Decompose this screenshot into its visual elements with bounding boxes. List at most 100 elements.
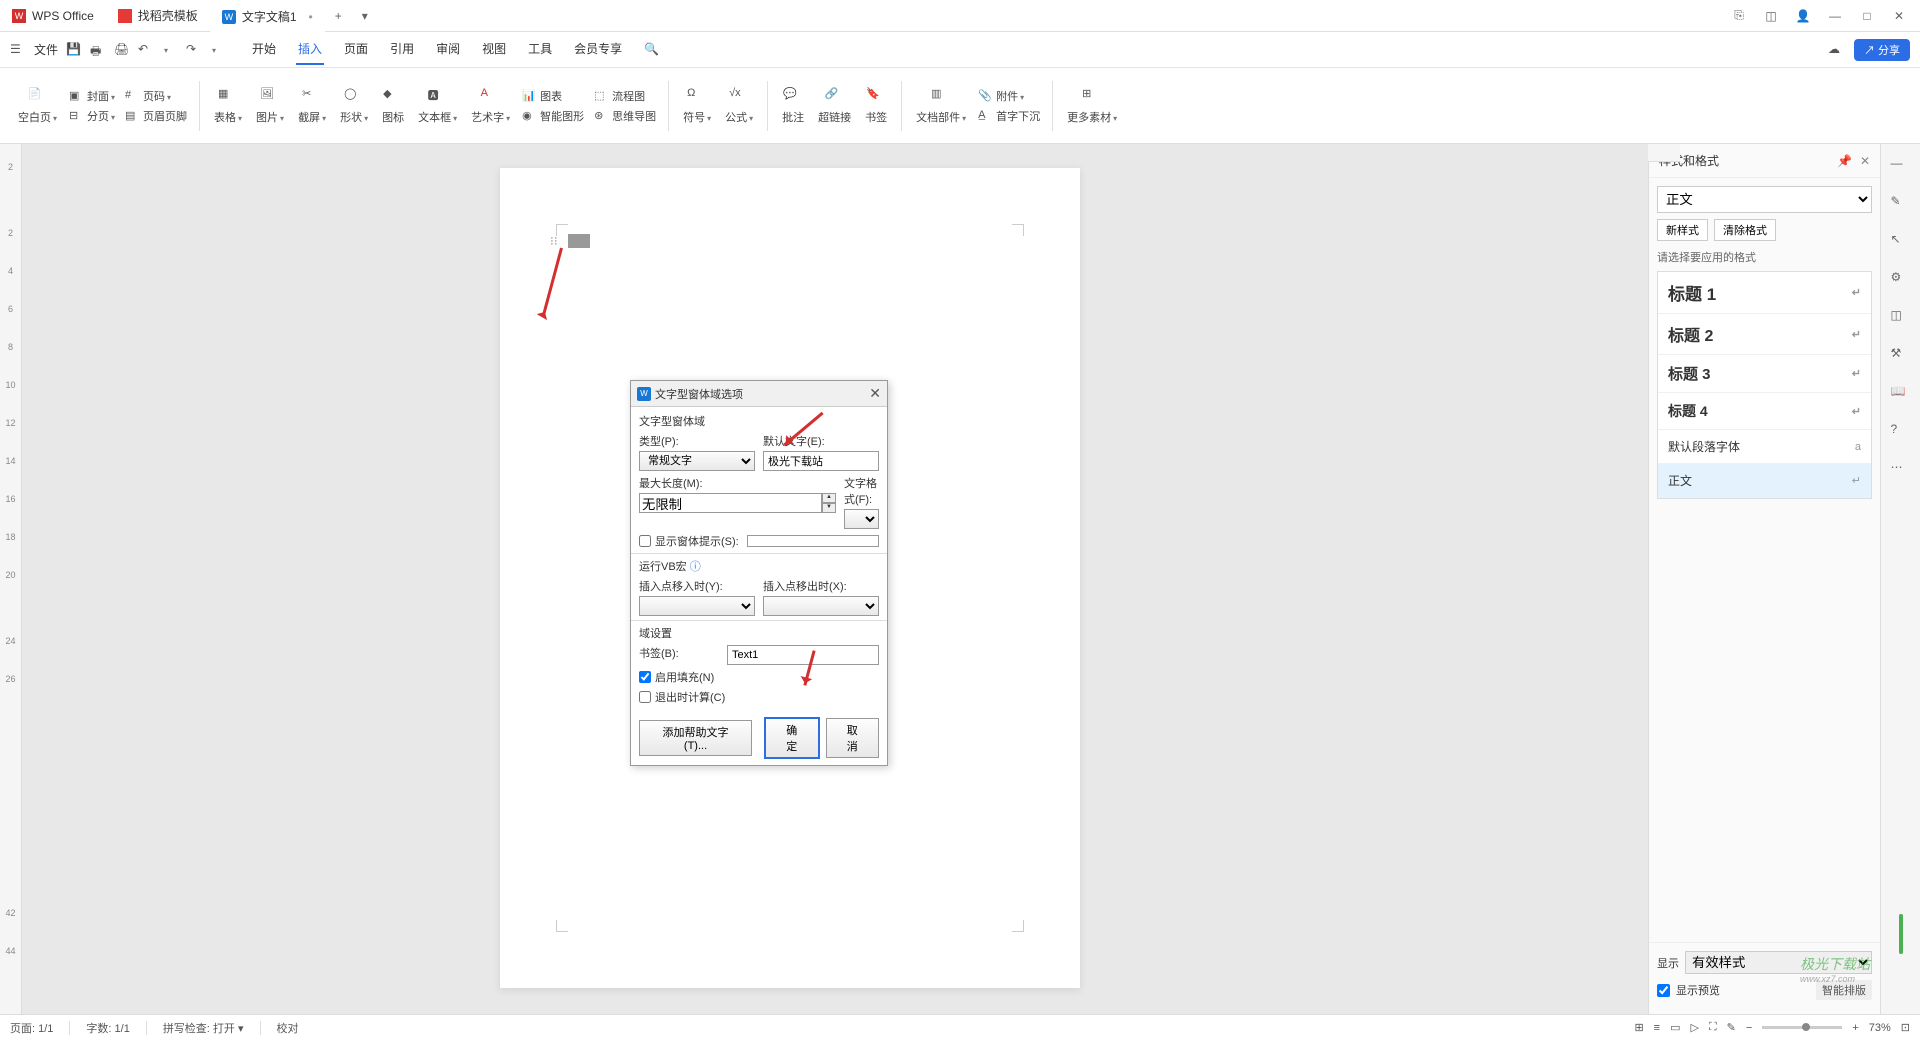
tab-wps[interactable]: W WPS Office [0, 0, 106, 32]
current-style-select[interactable]: 正文 [1657, 186, 1872, 213]
more-resources-button[interactable]: ⊞更多素材 [1061, 85, 1123, 127]
ok-button[interactable]: 确定 [764, 717, 819, 759]
maxlen-spinner[interactable]: ▲▼ [639, 493, 836, 513]
hyperlink-button[interactable]: 🔗超链接 [812, 85, 857, 127]
panel-close-icon[interactable]: ✕ [1860, 154, 1870, 168]
page-status[interactable]: 页面: 1/1 [10, 1020, 53, 1036]
avatar-icon[interactable]: 👤 [1794, 7, 1812, 25]
spinner-down[interactable]: ▼ [822, 503, 836, 513]
view-grid-icon[interactable]: ⊞ [1634, 1021, 1643, 1034]
attachment-button[interactable]: 📎附件 [974, 87, 1044, 105]
calc-exit-checkbox[interactable] [639, 691, 651, 703]
cover-button[interactable]: ▣封面 [65, 87, 119, 105]
entry-macro-select[interactable] [639, 596, 755, 616]
clear-format-button[interactable]: 清除格式 [1714, 219, 1776, 241]
cube-icon[interactable]: ◫ [1762, 7, 1780, 25]
menu-tab-2[interactable]: 页面 [342, 34, 370, 65]
menu-tab-0[interactable]: 开始 [250, 34, 278, 65]
redo-icon[interactable]: ↷ [186, 42, 202, 58]
style-item[interactable]: 正文↵ [1658, 464, 1871, 498]
exit-macro-select[interactable] [763, 596, 879, 616]
layers-icon[interactable]: ◫ [1891, 308, 1911, 328]
tab-template[interactable]: 找稻壳模板 [106, 0, 210, 32]
cancel-button[interactable]: 取消 [826, 718, 879, 758]
view-outline-icon[interactable]: ≡ [1654, 1022, 1660, 1034]
view-web-icon[interactable]: ▭ [1670, 1021, 1680, 1034]
dialog-titlebar[interactable]: W 文字型窗体域选项 ✕ [631, 381, 887, 407]
pin-icon[interactable]: 📌 [1837, 154, 1852, 168]
search-icon[interactable]: 🔍 [644, 42, 660, 58]
undo-icon[interactable]: ↶ [138, 42, 154, 58]
more-icon[interactable]: ⋯ [1891, 460, 1911, 480]
field-handle[interactable]: ⁝⁝ [550, 234, 558, 248]
print-icon[interactable]: 🖶 [90, 42, 106, 58]
header-footer-button[interactable]: ▤页眉页脚 [121, 107, 191, 125]
close-button[interactable]: ✕ [1890, 7, 1908, 25]
mindmap-button[interactable]: ⊛思维导图 [590, 107, 660, 125]
style-item[interactable]: 标题 2↵ [1658, 314, 1871, 355]
share-button[interactable]: ↗ 分享 [1854, 39, 1910, 61]
zoom-out-button[interactable]: − [1746, 1022, 1752, 1034]
page-number-button[interactable]: #页码 [121, 87, 191, 105]
tab-close-icon[interactable]: • [309, 10, 313, 24]
reading-mode-icon[interactable]: ⎘ [1730, 7, 1748, 25]
dropcap-button[interactable]: A̲首字下沉 [974, 107, 1044, 125]
view-fullscreen-icon[interactable]: ⛶ [1709, 1021, 1717, 1034]
chart-button[interactable]: 📊图表 [518, 87, 588, 105]
menu-icon[interactable]: ☰ [10, 42, 26, 58]
view-read-icon[interactable]: ▷ [1690, 1021, 1698, 1034]
new-style-button[interactable]: 新样式 [1657, 219, 1708, 241]
menu-tab-6[interactable]: 工具 [526, 34, 554, 65]
show-prompt-checkbox[interactable] [639, 535, 651, 547]
equation-button[interactable]: √x公式 [719, 85, 759, 127]
minimize-button[interactable]: — [1826, 7, 1844, 25]
tab-document[interactable]: W 文字文稿1 • [210, 0, 325, 32]
tab-add-button[interactable]: + [325, 9, 352, 23]
file-menu[interactable]: 文件 [34, 41, 58, 58]
style-item[interactable]: 默认段落字体a [1658, 430, 1871, 464]
menu-tab-4[interactable]: 审阅 [434, 34, 462, 65]
view-tool-icon[interactable]: ✎ [1727, 1021, 1736, 1034]
spinner-up[interactable]: ▲ [822, 493, 836, 503]
bookmark-button[interactable]: 🔖书签 [859, 85, 893, 127]
icon-button[interactable]: ◆图标 [376, 85, 410, 127]
default-text-input[interactable] [763, 451, 879, 471]
zoom-slider[interactable] [1762, 1026, 1842, 1029]
form-field[interactable] [568, 234, 590, 248]
type-select[interactable]: 常规文字 [639, 451, 755, 471]
select-icon[interactable]: ↖ [1891, 232, 1911, 252]
textbox-button[interactable]: 🅰文本框 [412, 85, 463, 127]
zoom-level[interactable]: 73% [1869, 1022, 1891, 1034]
wordart-button[interactable]: A艺术字 [465, 85, 516, 127]
collapse-icon[interactable]: — [1891, 156, 1911, 176]
picture-button[interactable]: 🖼图片 [250, 85, 290, 127]
tab-menu-button[interactable]: ▾ [352, 9, 378, 23]
settings-icon[interactable]: ⚙ [1891, 270, 1911, 290]
style-item[interactable]: 标题 1↵ [1658, 272, 1871, 314]
undo-dropdown[interactable] [162, 42, 178, 58]
enable-fill-checkbox[interactable] [639, 671, 651, 683]
screenshot-button[interactable]: ✂截屏 [292, 85, 332, 127]
style-item[interactable]: 标题 4↵ [1658, 393, 1871, 430]
word-count[interactable]: 字数: 1/1 [86, 1020, 129, 1036]
spell-check-status[interactable]: 拼写检查: 打开 ▾ [163, 1020, 244, 1036]
page-break-button[interactable]: ⊟分页 [65, 107, 119, 125]
comment-button[interactable]: 💬批注 [776, 85, 810, 127]
edit-icon[interactable]: ✎ [1891, 194, 1911, 214]
redo-dropdown[interactable] [210, 42, 226, 58]
show-prompt-input[interactable] [747, 535, 879, 547]
smartart-button[interactable]: ◉智能图形 [518, 107, 588, 125]
menu-tab-3[interactable]: 引用 [388, 34, 416, 65]
dialog-close-button[interactable]: ✕ [869, 385, 881, 402]
menu-tab-5[interactable]: 视图 [480, 34, 508, 65]
proof-status[interactable]: 校对 [277, 1020, 299, 1036]
maxlen-input[interactable] [639, 493, 822, 513]
book-icon[interactable]: 📖 [1891, 384, 1911, 404]
flowchart-button[interactable]: ⬚流程图 [590, 87, 660, 105]
print-preview-icon[interactable]: 🖨 [114, 42, 130, 58]
blank-page-button[interactable]: 📄空白页 [12, 85, 63, 127]
save-icon[interactable]: 💾 [66, 42, 82, 58]
document-area[interactable]: ⁝⁝ W 文字型窗体域选项 ✕ 文字型窗体域 类型(P): 常规文字 默认文字 [22, 144, 1648, 1014]
menu-tab-1[interactable]: 插入 [296, 34, 324, 65]
zoom-in-button[interactable]: + [1852, 1022, 1858, 1034]
